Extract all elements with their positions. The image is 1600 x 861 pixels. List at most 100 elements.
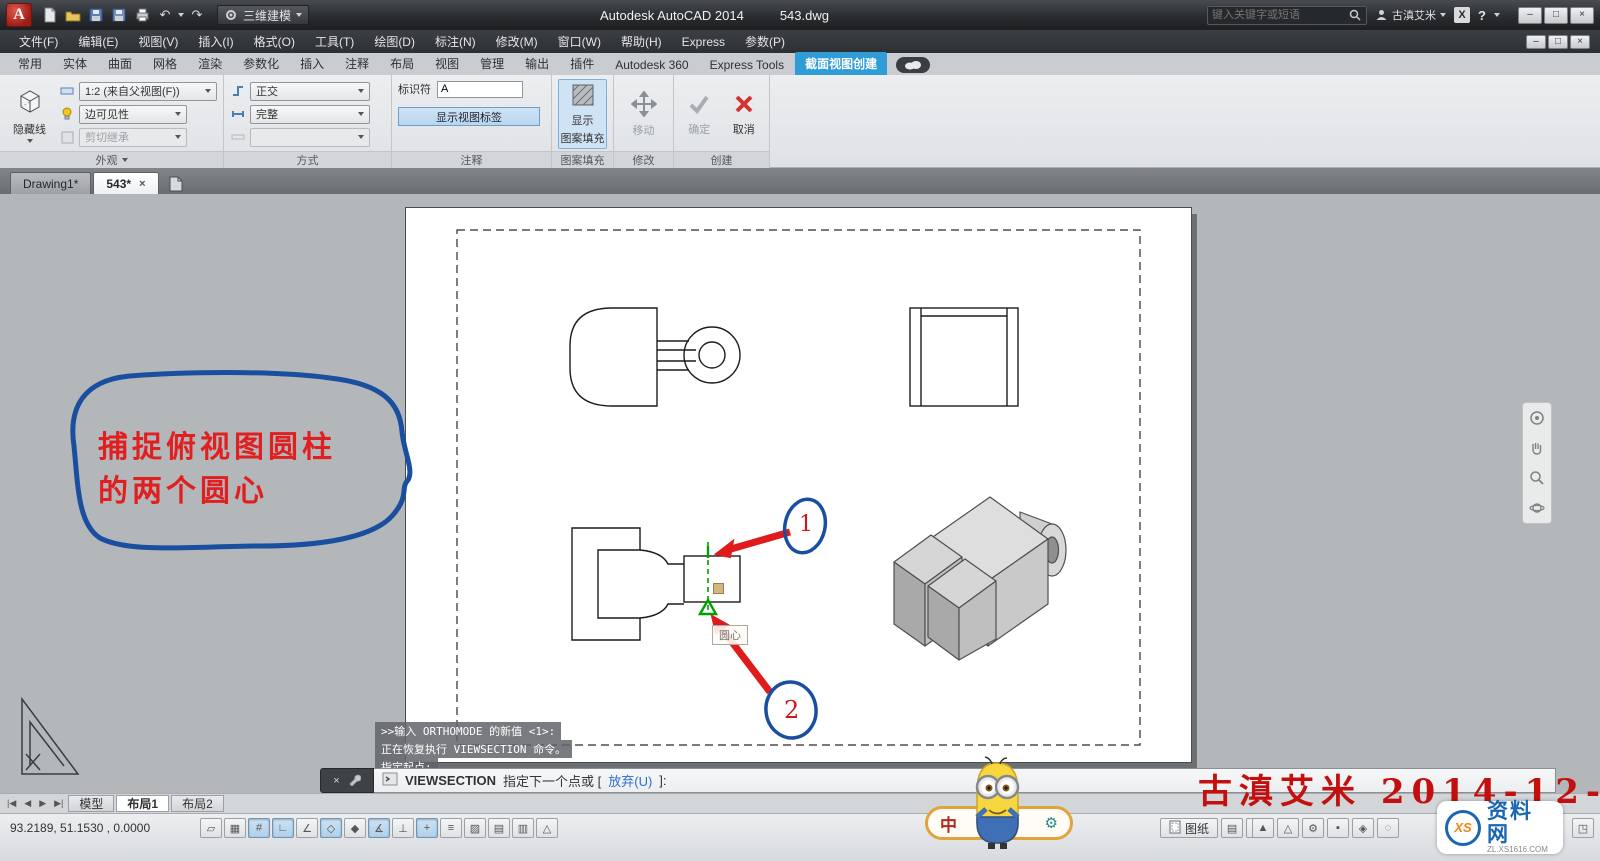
command-wrench-icon[interactable] [348,773,362,789]
tab-view[interactable]: 视图 [425,52,469,75]
tab-express-tools[interactable]: Express Tools [700,55,794,75]
move-button[interactable]: 移动 [620,79,667,149]
file-tab-543[interactable]: 543* × [93,172,159,194]
panel-footer-hatch[interactable]: 图案填充 [552,151,613,168]
file-tab-close-icon[interactable]: × [139,178,145,190]
redo-icon[interactable]: ↷ [187,5,207,25]
command-option-undo[interactable]: 放弃(U) [608,771,652,790]
toggle-polar-tracking[interactable]: ∠ [296,818,318,838]
menu-file[interactable]: 文件(F) [10,31,67,52]
menu-dimension[interactable]: 标注(N) [426,31,485,52]
toggle-object-snap-tracking[interactable]: ∡ [368,818,390,838]
menu-modify[interactable]: 修改(M) [487,31,547,52]
isolate-objects-button[interactable]: ◌ [1377,818,1399,838]
toggle-quick-properties[interactable]: ▤ [488,818,510,838]
menu-format[interactable]: 格式(O) [245,31,304,52]
panel-footer-modify[interactable]: 修改 [614,151,673,168]
toggle-snap-mode[interactable]: ▦ [224,818,246,838]
tab-autodesk-360[interactable]: Autodesk 360 [605,55,698,75]
file-tab-drawing1[interactable]: Drawing1* [10,172,92,194]
tab-section-view-creation[interactable]: 截面视图创建 [795,52,888,75]
workspace-combo[interactable]: 三维建模 [217,5,310,25]
menu-view[interactable]: 视图(V) [129,31,187,52]
toolbar-lock-button[interactable]: ▪ [1327,818,1349,838]
performance-button[interactable]: ◈ [1352,818,1374,838]
help-caret-icon[interactable] [1494,13,1500,17]
close-button[interactable]: × [1570,6,1594,24]
exchange-apps-icon[interactable]: X [1454,7,1471,23]
doc-restore-button[interactable]: □ [1548,34,1568,49]
new-file-icon[interactable] [40,5,60,25]
drawing-canvas[interactable]: 捕捉俯视图圆柱 的两个圆心 1 2 圆心 >>输入 ORTHOMODE 的新值 … [0,194,1600,793]
tab-layout[interactable]: 布局 [380,52,424,75]
tab-parametric[interactable]: 参数化 [233,52,289,75]
signed-in-user[interactable]: 古滇艾米 [1375,5,1447,25]
open-file-icon[interactable] [63,5,83,25]
menu-edit[interactable]: 编辑(E) [69,31,127,52]
tab-model[interactable]: 模型 [68,795,115,812]
toggle-grid-display[interactable]: # [248,818,270,838]
maximize-button[interactable]: □ [1544,6,1568,24]
tab-manage[interactable]: 管理 [470,52,514,75]
search-input[interactable] [1212,9,1345,21]
doc-minimize-button[interactable]: – [1526,34,1546,49]
tab-plugins[interactable]: 插件 [560,52,604,75]
plot-icon[interactable] [132,5,152,25]
layout-prev-icon[interactable]: ◀ [21,797,34,810]
toggle-infer-constraints[interactable]: ▱ [200,818,222,838]
minimize-button[interactable]: – [1518,6,1542,24]
toggle-selection-cycling[interactable]: ▥ [512,818,534,838]
tab-layout2[interactable]: 布局2 [171,795,224,812]
ok-button[interactable]: 确定 [680,79,719,149]
show-hatch-toggle[interactable]: 显示 图案填充 [558,79,607,149]
toggle-object-snap[interactable]: ◇ [320,818,342,838]
paper-sheet[interactable] [405,207,1192,763]
save-as-icon[interactable] [109,5,129,25]
help-icon[interactable]: ? [1478,8,1486,23]
paper-model-toggle[interactable]: 图纸 [1160,818,1219,838]
layout-first-icon[interactable]: |◀ [4,797,19,810]
undo-dropdown-icon[interactable] [178,13,184,17]
tab-home[interactable]: 常用 [8,52,52,75]
pan-hand-icon[interactable] [1528,439,1546,457]
steering-wheel-icon[interactable] [1528,409,1546,427]
clean-screen-button[interactable]: ◳ [1572,818,1594,838]
annotation-scale-button[interactable]: ▲ [1252,818,1274,838]
zoom-icon[interactable] [1528,469,1546,487]
menu-help[interactable]: 帮助(H) [612,31,671,52]
search-icon[interactable] [1348,5,1362,25]
help-search[interactable] [1207,5,1368,25]
layout-last-icon[interactable]: ▶| [51,797,66,810]
toggle-3d-object-snap[interactable]: ◆ [344,818,366,838]
show-view-label-toggle[interactable]: 显示视图标签 [398,107,540,126]
toggle-dynamic-input[interactable]: + [416,818,438,838]
tab-render[interactable]: 渲染 [188,52,232,75]
edge-visibility-combo[interactable]: 边可见性 [79,104,187,124]
annotation-visibility-button[interactable]: △ [1277,818,1299,838]
menu-express[interactable]: Express [673,33,734,51]
tab-insert[interactable]: 插入 [290,52,334,75]
section-type-combo[interactable]: 正交 [250,81,370,101]
tab-surface[interactable]: 曲面 [98,52,142,75]
toggle-annotation-monitor[interactable]: △ [536,818,558,838]
menu-parametric[interactable]: 参数(P) [736,31,794,52]
orbit-icon[interactable] [1528,499,1546,517]
menu-insert[interactable]: 插入(I) [189,31,242,52]
app-menu-button[interactable]: A [6,3,32,27]
hidden-lines-button[interactable]: 隐藏线 [6,79,53,149]
tab-solid[interactable]: 实体 [53,52,97,75]
toggle-dynamic-ucs[interactable]: ⊥ [392,818,414,838]
toggle-ortho-mode[interactable]: ∟ [272,818,294,838]
save-icon[interactable] [86,5,106,25]
tab-mesh[interactable]: 网格 [143,52,187,75]
layout-next-icon[interactable]: ▶ [36,797,49,810]
tab-annotate[interactable]: 注释 [335,52,379,75]
toggle-transparency[interactable]: ▨ [464,818,486,838]
toggle-lineweight[interactable]: ≡ [440,818,462,838]
command-close-icon[interactable]: × [333,775,339,787]
panel-footer-annotation[interactable]: 注释 [392,151,551,168]
doc-close-button[interactable]: × [1570,34,1590,49]
quick-view-layouts-button[interactable]: ▤ [1221,818,1244,838]
tab-layout1[interactable]: 布局1 [116,795,170,812]
menu-window[interactable]: 窗口(W) [549,31,610,52]
